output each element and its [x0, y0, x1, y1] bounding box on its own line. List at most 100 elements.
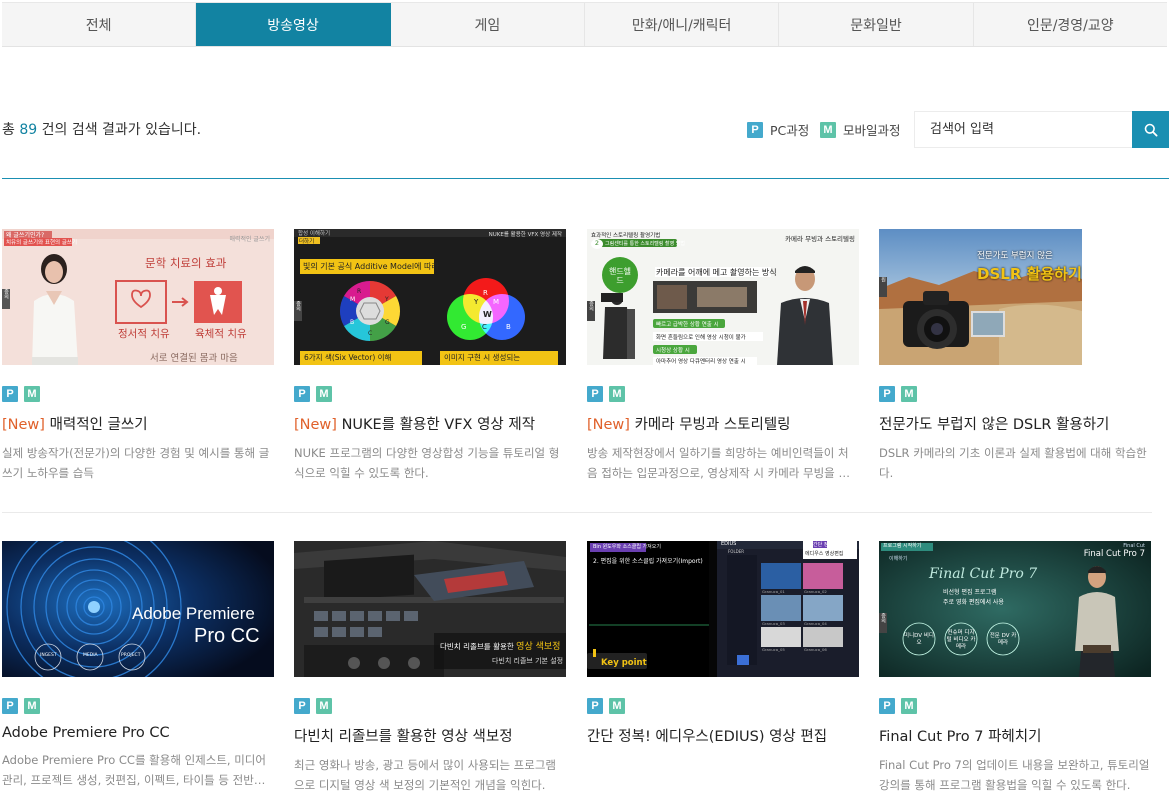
course-description: 실제 방송작가(전문가)의 다양한 경험 및 예시를 통해 글쓰기 노하우를 습… — [2, 446, 270, 480]
thumb-line2: DSLR 활용하기 — [977, 265, 1082, 283]
mobile-badge-icon: M — [820, 121, 836, 138]
thumb-side-tab: 중의 — [294, 301, 302, 321]
search-button[interactable] — [1132, 111, 1169, 148]
writing-lecture-thumbnail — [2, 229, 274, 365]
thumb-brand: NUKE를 활용한 VFX 영상 제작 — [488, 232, 562, 238]
thumb-side-tab: 중의 — [2, 289, 10, 309]
tab-culture-general[interactable]: 문화일반 — [779, 3, 974, 46]
thumb-file-3: Granuca_03 — [762, 621, 785, 626]
platform-badges: P M — [879, 386, 1151, 403]
course-title-text: 전문가도 부럽지 않은 DSLR 활용하기 — [879, 417, 1110, 433]
thumb-circle-2: 컨슈머 디지털 비디오 카메라 — [946, 630, 976, 650]
course-card[interactable]: 프로그램 시작하기 이해하기 Final Cut Final Cut Pro 7… — [879, 541, 1151, 795]
thumb-brand: Final Cut Pro 7 — [1083, 549, 1145, 559]
thumb-bullet-2: 화면 흔들림으로 인해 영상 시청이 불가 — [656, 335, 746, 341]
course-card[interactable]: 합성 이해하기 더하기 NUKE를 활용한 VFX 영상 제작 빛의 기본 공식… — [294, 229, 566, 483]
course-thumbnail[interactable]: 프로그램 시작하기 이해하기 Final Cut Final Cut Pro 7… — [879, 541, 1151, 677]
course-card[interactable]: 다빈치 리졸브를 활용한 영상 색보정 다빈치 리졸브 기본 설정 P M 다빈… — [294, 541, 566, 795]
thumb-headline: Final Cut Pro 7 — [929, 566, 1038, 582]
thumb-line1: 다빈치 리졸브를 활용한 영상 색보정 — [440, 639, 560, 652]
thumb-line1: Adobe Premiere — [132, 604, 255, 623]
thumb-brand: 카메라 무빙과 스토리텔링 — [785, 235, 855, 243]
course-description: Final Cut Pro 7의 업데이트 내용을 보완하고, 튜토리얼 강의를… — [879, 758, 1150, 792]
thumb-subtag: 치유의 글쓰기와 표현의 글쓰기 — [6, 240, 78, 246]
thumb-tag: Bin 윈도우와 소스클립 가져오기 — [593, 544, 661, 550]
thumb-tag: 효과적인 스토리텔링 촬영기법 — [591, 233, 661, 239]
result-prefix: 총 — [2, 122, 15, 138]
course-title[interactable]: 다빈치 리졸브를 활용한 영상 색보정 — [294, 725, 566, 746]
thumb-line1-text: 다빈치 리졸브를 활용한 — [440, 642, 514, 651]
thumb-banner: 빛의 기본 공식 Additive Model에 따라 — [303, 262, 439, 271]
course-title[interactable]: Adobe Premiere Pro CC — [2, 725, 274, 741]
course-title[interactable]: [New] 매력적인 글쓰기 — [2, 413, 274, 434]
thumb-tag: 합성 이해하기 — [298, 231, 331, 237]
course-title[interactable]: 전문가도 부럽지 않은 DSLR 활용하기 — [879, 413, 1151, 434]
thumb-label-right: 육체적 치유 — [195, 328, 247, 340]
course-thumbnail[interactable]: Adobe Premiere Pro CC INGEST MEDIA PROJE… — [2, 541, 274, 677]
course-card[interactable]: Adobe Premiere Pro CC INGEST MEDIA PROJE… — [2, 541, 274, 790]
thumb-line2: Pro CC — [194, 625, 260, 647]
rgb-label-g: G — [461, 323, 467, 331]
platform-badges: P M — [587, 698, 859, 715]
thumb-label-left: 정서적 치유 — [118, 328, 170, 340]
thumb-file-5: Granuca_05 — [762, 647, 785, 652]
course-description: 최근 영화나 방송, 광고 등에서 많이 사용되는 프로그램으로 디지털 영상 … — [294, 758, 557, 792]
rgb-label-b: B — [506, 323, 511, 331]
thumb-caption: 서로 연결된 몸과 마음 — [150, 353, 238, 364]
course-thumbnail[interactable]: 다빈치 리졸브를 활용한 영상 색보정 다빈치 리졸브 기본 설정 — [294, 541, 566, 677]
pc-badge-icon: P — [879, 386, 895, 402]
course-thumbnail[interactable]: 왜 글쓰기인가? 치유의 글쓰기와 표현의 글쓰기 매력적인 글쓰기 문학 치료… — [2, 229, 274, 365]
new-tag: [New] — [2, 417, 45, 433]
mobile-badge-icon: M — [609, 386, 625, 402]
thumb-chip-3: PROJECT — [121, 653, 141, 658]
course-title-text: 카메라 무빙과 스토리텔링 — [634, 417, 791, 433]
thumb-folder-label: FOLDER — [728, 549, 745, 554]
wheel-label-b: B — [350, 319, 355, 326]
tab-broadcast-video[interactable]: 방송영상 — [196, 3, 391, 46]
course-title-text: 간단 정복! 에디우스(EDIUS) 영상 편집 — [587, 729, 828, 745]
mobile-badge-icon: M — [24, 698, 40, 714]
platform-badges: P M — [2, 386, 274, 403]
thumb-tag: 프로그램 시작하기 — [883, 543, 922, 549]
course-title[interactable]: 간단 정복! 에디우스(EDIUS) 영상 편집 — [587, 725, 859, 746]
course-card[interactable]: 왜 글쓰기인가? 치유의 글쓰기와 표현의 글쓰기 매력적인 글쓰기 문학 치료… — [2, 229, 274, 483]
tab-comics-animation-character[interactable]: 만화/애니/캐릭터 — [585, 3, 780, 46]
thumb-chip-1: INGEST — [40, 653, 57, 658]
course-title-text: Adobe Premiere Pro CC — [2, 725, 170, 741]
tab-game[interactable]: 게임 — [391, 3, 585, 46]
course-title[interactable]: [New] 카메라 무빙과 스토리텔링 — [587, 413, 859, 434]
course-title[interactable]: Final Cut Pro 7 파헤치기 — [879, 725, 1151, 746]
rgb-label-w: W — [483, 310, 492, 319]
course-title[interactable]: [New] NUKE를 활용한 VFX 영상 제작 — [294, 413, 566, 434]
category-tabs: 전체 방송영상 게임 만화/애니/캐릭터 문화일반 인문/경영/교양 — [2, 2, 1167, 47]
legend-pc: P PC과정 — [747, 120, 809, 139]
course-card[interactable]: 전문가도 부럽지 않은 DSLR 활용하기 원 P M 전문가도 부럽지 않은 … — [879, 229, 1151, 483]
rgb-label-r: R — [483, 289, 488, 297]
course-description: NUKE 프로그램의 다양한 영상합성 기능을 튜토리얼 형식으로 익힐 수 있… — [294, 446, 560, 480]
course-thumbnail[interactable]: 효과적인 스토리텔링 촬영기법 2 그림센티를 통한 스토리텔링 촬영 방법 카… — [587, 229, 859, 365]
pc-badge-icon: P — [879, 698, 895, 714]
thumb-subtag: 더하기 — [299, 239, 315, 245]
tab-humanities-business[interactable]: 인문/경영/교양 — [974, 3, 1167, 46]
wheel-label-c: C — [368, 330, 373, 337]
course-thumbnail[interactable]: 합성 이해하기 더하기 NUKE를 활용한 VFX 영상 제작 빛의 기본 공식… — [294, 229, 566, 365]
course-card[interactable]: 효과적인 스토리텔링 촬영기법 2 그림센티를 통한 스토리텔링 촬영 방법 카… — [587, 229, 859, 483]
thumb-chip-2: MEDIA — [83, 653, 98, 658]
course-title-text: 다빈치 리졸브를 활용한 영상 색보정 — [294, 729, 513, 745]
thumb-file-6: Granuca_06 — [804, 647, 827, 652]
course-thumbnail[interactable]: Bin 윈도우와 소스클립 가져오기 2. 편집을 위한 소스클립 가져오기(I… — [587, 541, 859, 677]
thumb-brand: 매력적인 글쓰기 — [229, 236, 270, 243]
mobile-badge-icon: M — [24, 386, 40, 402]
pc-badge-icon: P — [747, 121, 763, 138]
mobile-badge-icon: M — [609, 698, 625, 714]
course-card[interactable]: Bin 윈도우와 소스클립 가져오기 2. 편집을 위한 소스클립 가져오기(I… — [587, 541, 859, 795]
thumb-step: 2. 편집을 위한 소스클립 가져오기(Import) — [593, 558, 703, 565]
tab-all[interactable]: 전체 — [2, 3, 197, 46]
nuke-vfx-thumbnail — [294, 229, 566, 365]
thumb-bullet-1: 비선형 편집 프로그램 — [943, 589, 997, 596]
course-description: DSLR 카메라의 기초 이론과 실제 활용법에 대해 학습한다. — [879, 446, 1147, 480]
search-input[interactable] — [914, 111, 1133, 148]
thumb-line2: 다빈치 리졸브 기본 설정 — [492, 657, 564, 665]
course-thumbnail[interactable]: 전문가도 부럽지 않은 DSLR 활용하기 원 — [879, 229, 1082, 365]
thumb-side-tab: 원 — [879, 277, 887, 297]
